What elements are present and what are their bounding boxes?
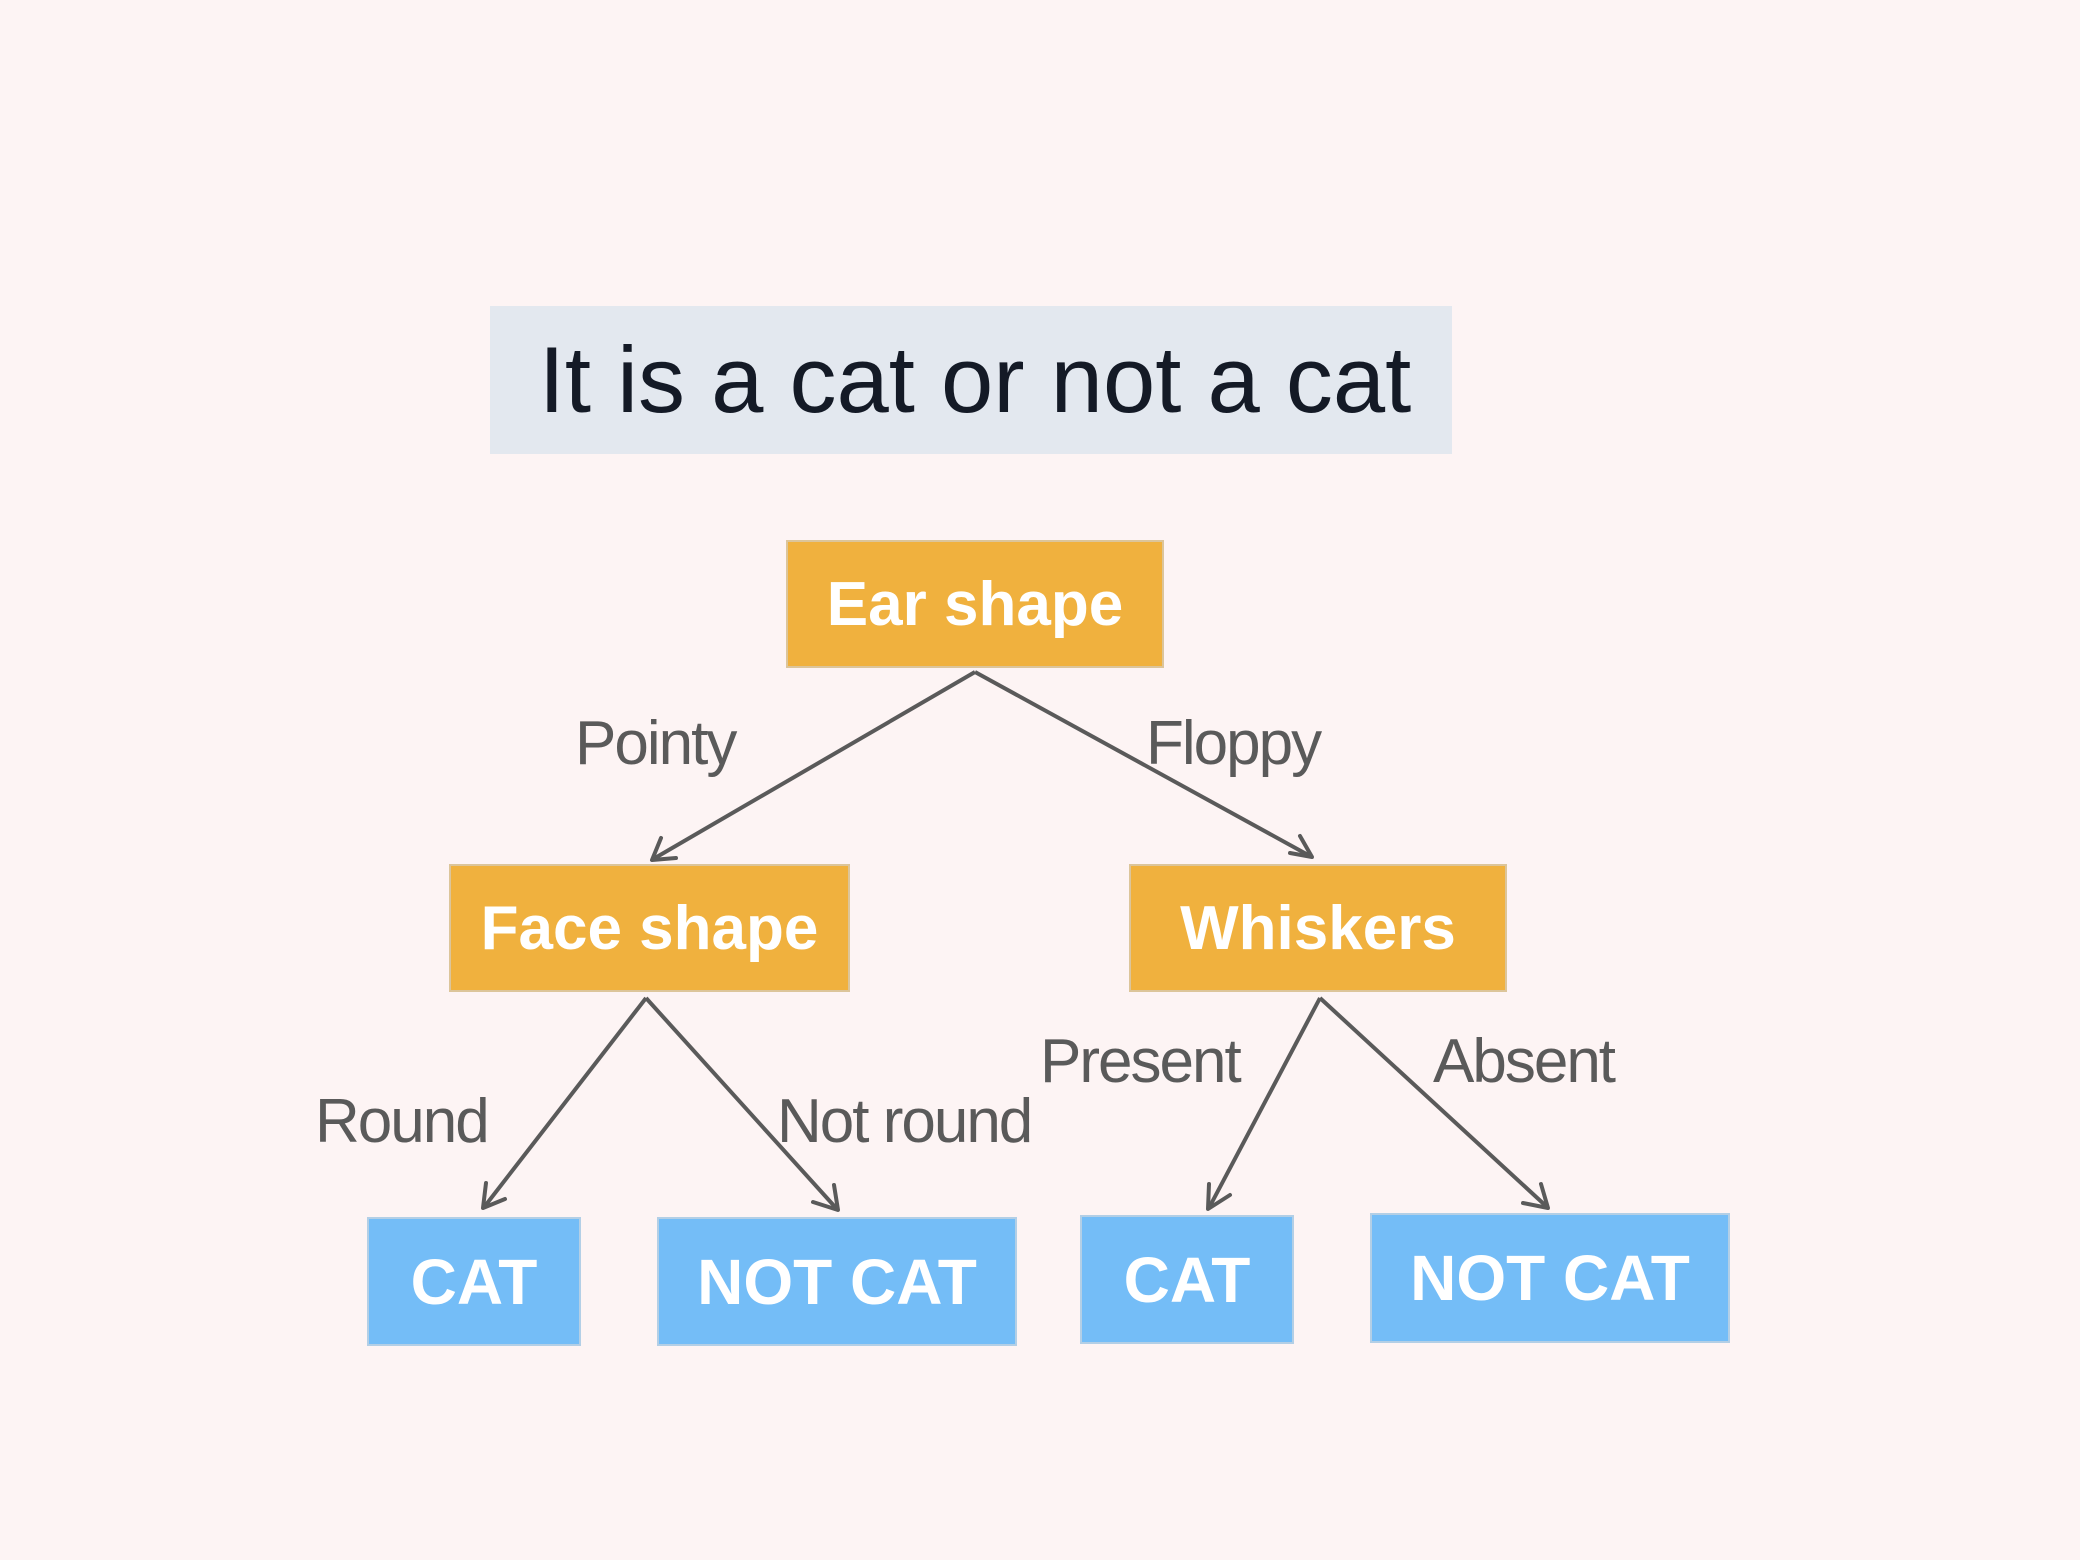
leaf-not-cat-absent-label: NOT CAT (1410, 1242, 1690, 1314)
node-ear-shape-label: Ear shape (826, 569, 1124, 639)
leaf-cat-round-label: CAT (410, 1245, 538, 1318)
leaf-cat-present: CAT (1080, 1215, 1294, 1344)
edge-label-round: Round (315, 1087, 490, 1156)
edge-round (483, 996, 648, 1208)
node-ear-shape: Ear shape (786, 540, 1164, 668)
edge-label-pointy: Pointy (575, 709, 737, 778)
edge-label-absent: Absent (1433, 1027, 1616, 1096)
tree-edges (481, 670, 1550, 1212)
node-face-shape-label: Face shape (480, 893, 819, 963)
edge-label-present: Present (1040, 1027, 1242, 1096)
leaf-not-cat-not-round: NOT CAT (657, 1217, 1017, 1346)
node-whiskers-label: Whiskers (1180, 893, 1456, 963)
leaf-not-cat-not-round-label: NOT CAT (697, 1245, 977, 1318)
node-face-shape: Face shape (449, 864, 850, 992)
leaf-cat-present-label: CAT (1123, 1243, 1251, 1316)
leaf-cat-round: CAT (367, 1217, 581, 1346)
edge-label-not-round: Not round (777, 1087, 1033, 1156)
leaf-not-cat-absent: NOT CAT (1370, 1213, 1730, 1343)
edge-label-floppy: Floppy (1146, 709, 1322, 778)
node-whiskers: Whiskers (1129, 864, 1507, 992)
